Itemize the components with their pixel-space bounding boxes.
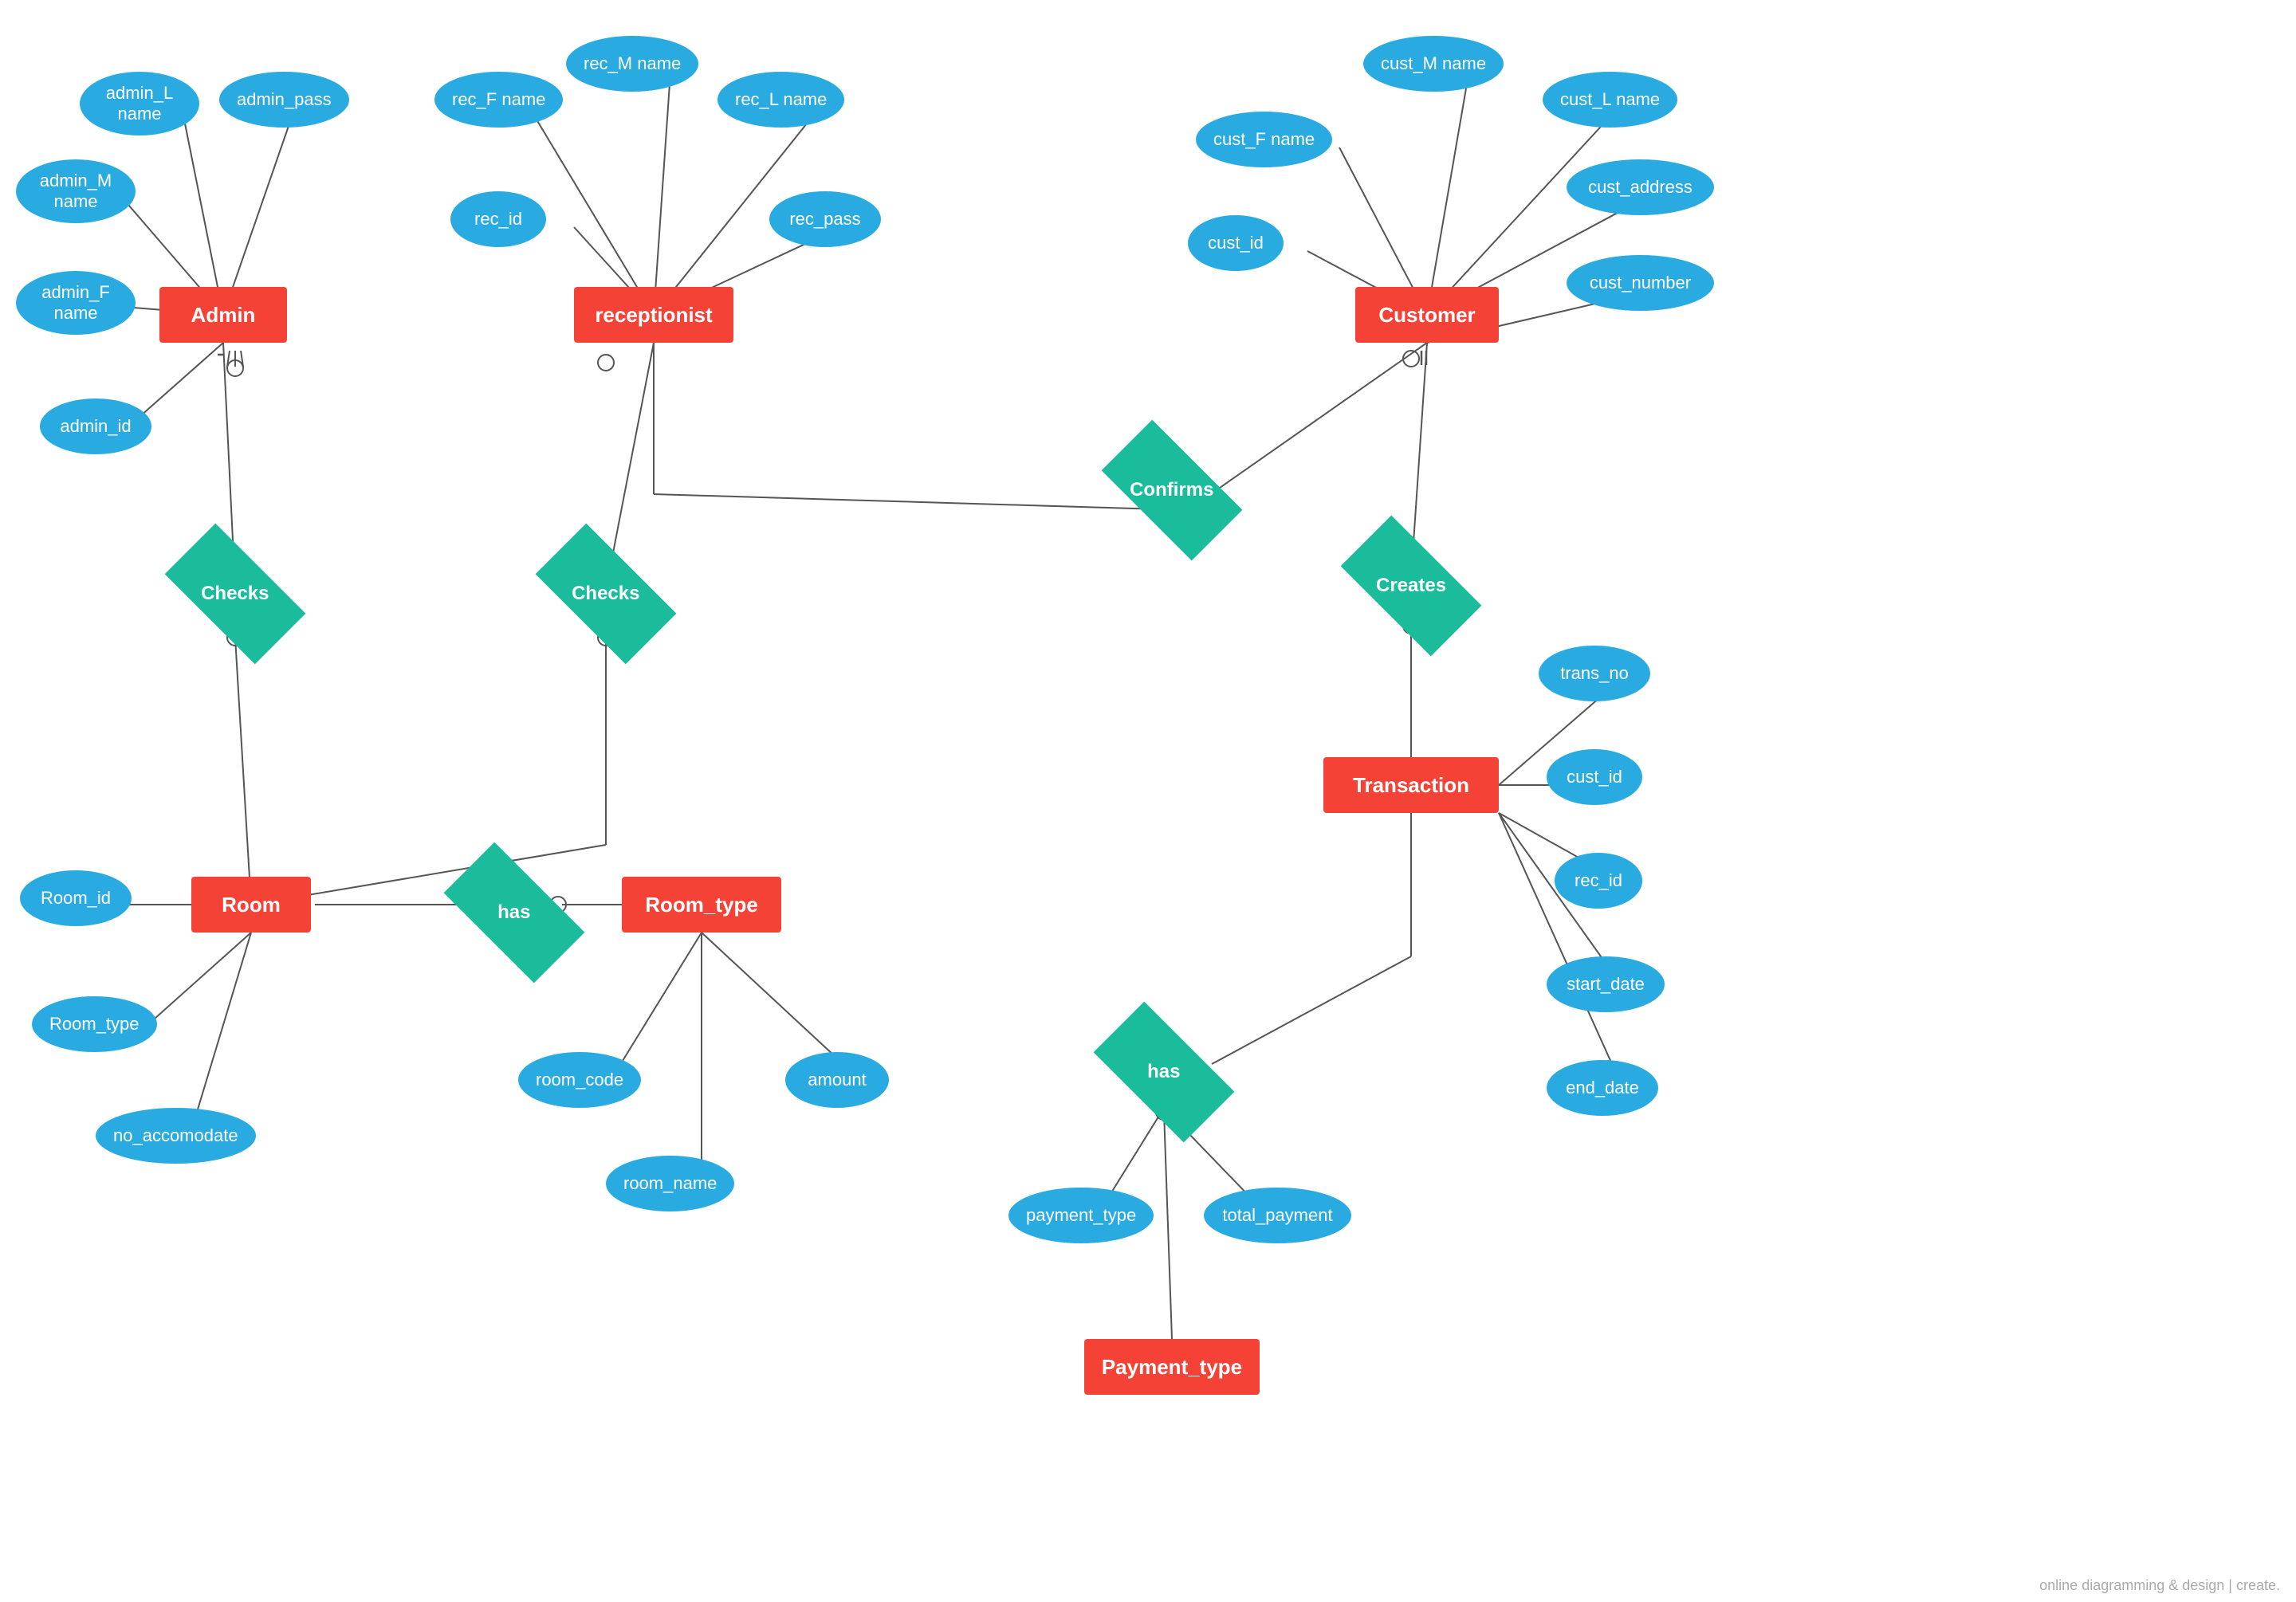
attr-cust-id2: cust_id bbox=[1547, 749, 1642, 805]
attr-cust-number: cust_number bbox=[1567, 255, 1714, 311]
entity-room: Room bbox=[191, 877, 311, 933]
relationship-has1: has bbox=[444, 842, 585, 984]
attr-room-code: room_code bbox=[518, 1052, 641, 1108]
attr-start-date: start_date bbox=[1547, 956, 1665, 1012]
attr-room-name: room_name bbox=[606, 1156, 734, 1211]
attr-rec-id2: rec_id bbox=[1555, 853, 1642, 909]
attr-rec-m-name: rec_M name bbox=[566, 36, 698, 92]
relationship-checks1: Checks bbox=[165, 524, 306, 665]
attr-admin-l-name: admin_L name bbox=[80, 72, 199, 135]
entity-admin: Admin bbox=[159, 287, 287, 343]
entity-transaction: Transaction bbox=[1323, 757, 1499, 813]
attr-total-payment: total_payment bbox=[1204, 1188, 1351, 1243]
attr-end-date: end_date bbox=[1547, 1060, 1658, 1116]
entity-customer: Customer bbox=[1355, 287, 1499, 343]
attr-admin-pass: admin_pass bbox=[219, 72, 349, 128]
attr-amount: amount bbox=[785, 1052, 889, 1108]
attr-no-accomodate: no_accomodate bbox=[96, 1108, 256, 1164]
attr-admin-m-name: admin_M name bbox=[16, 159, 136, 223]
attr-cust-m-name: cust_M name bbox=[1363, 36, 1504, 92]
attr-trans-no: trans_no bbox=[1539, 646, 1650, 701]
attr-cust-id: cust_id bbox=[1188, 215, 1284, 271]
attr-rec-id: rec_id bbox=[450, 191, 546, 247]
attr-rec-f-name: rec_F name bbox=[434, 72, 563, 128]
relationship-checks2: Checks bbox=[536, 524, 677, 665]
entity-room-type: Room_type bbox=[622, 877, 781, 933]
attr-payment-type-attr: payment_type bbox=[1008, 1188, 1154, 1243]
entity-payment-type: Payment_type bbox=[1084, 1339, 1260, 1395]
relationship-confirms: Confirms bbox=[1102, 420, 1243, 561]
entity-receptionist: receptionist bbox=[574, 287, 733, 343]
attr-room-id: Room_id bbox=[20, 870, 132, 926]
relationship-creates: Creates bbox=[1341, 516, 1482, 657]
attr-admin-id: admin_id bbox=[40, 399, 151, 454]
relationship-has2: has bbox=[1094, 1002, 1235, 1143]
attr-cust-f-name: cust_F name bbox=[1196, 112, 1332, 167]
attr-room-type-attr: Room_type bbox=[32, 996, 157, 1052]
attr-admin-f-name: admin_F name bbox=[16, 271, 136, 335]
attr-cust-address: cust_address bbox=[1567, 159, 1714, 215]
diagram-container: Admin receptionist Customer Room Room_ty… bbox=[0, 0, 2296, 1602]
watermark: online diagramming & design | create. bbox=[2039, 1577, 2280, 1594]
attr-cust-l-name: cust_L name bbox=[1543, 72, 1677, 128]
attr-rec-pass: rec_pass bbox=[769, 191, 881, 247]
attr-rec-l-name: rec_L name bbox=[718, 72, 844, 128]
